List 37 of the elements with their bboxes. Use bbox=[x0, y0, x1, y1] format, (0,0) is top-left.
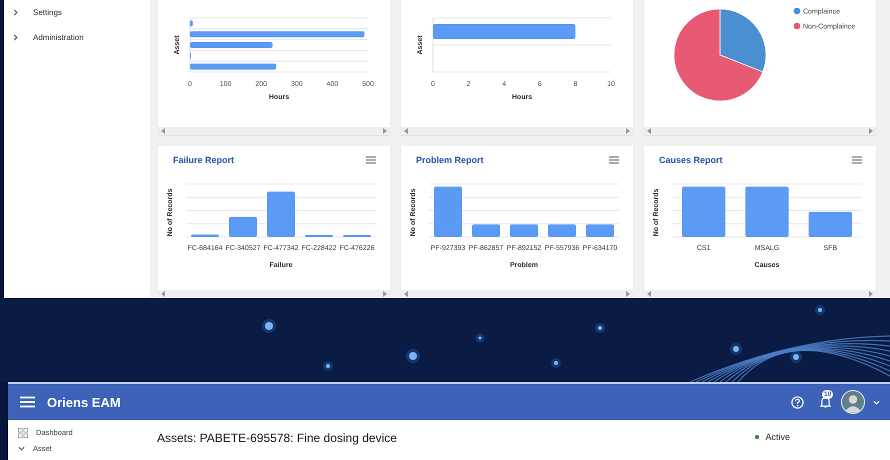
sidebar-item[interactable]: Settings bbox=[33, 8, 62, 16]
scroll-left-icon[interactable] bbox=[161, 128, 165, 134]
scroll-right-icon[interactable] bbox=[869, 128, 873, 134]
scroll-left-icon[interactable] bbox=[161, 291, 165, 297]
horizontal-scrollbar[interactable] bbox=[401, 290, 633, 298]
card-title: Causes Report bbox=[659, 155, 723, 165]
scroll-right-icon[interactable] bbox=[383, 128, 387, 134]
avatar-icon[interactable] bbox=[841, 390, 865, 414]
scroll-left-icon[interactable] bbox=[647, 128, 651, 134]
scroll-right-icon[interactable] bbox=[626, 291, 630, 297]
bar bbox=[190, 20, 193, 26]
menu-icon[interactable] bbox=[852, 156, 862, 164]
page-title: Assets: PABETE-695578: Fine dosing device bbox=[157, 431, 397, 447]
scroll-right-icon[interactable] bbox=[383, 291, 387, 297]
scroll-right-icon[interactable] bbox=[626, 128, 630, 134]
help-icon[interactable] bbox=[791, 396, 804, 408]
scroll-right-icon[interactable] bbox=[869, 291, 873, 297]
app-title: Oriens EAM bbox=[47, 394, 121, 410]
menu-icon[interactable] bbox=[20, 396, 35, 408]
horizontal-scrollbar[interactable] bbox=[158, 127, 390, 135]
scroll-left-icon[interactable] bbox=[404, 291, 408, 297]
notification-bell-icon[interactable] bbox=[820, 396, 831, 408]
menu-icon[interactable] bbox=[366, 156, 376, 164]
menu-icon[interactable] bbox=[609, 156, 619, 164]
horizontal-scrollbar[interactable] bbox=[158, 290, 390, 298]
sidebar-item[interactable]: Administration bbox=[33, 32, 84, 42]
scroll-left-icon[interactable] bbox=[404, 128, 408, 134]
horizontal-scrollbar[interactable] bbox=[401, 127, 633, 135]
card-title: Failure Report bbox=[173, 155, 234, 165]
status-dot bbox=[755, 435, 760, 439]
horizontal-scrollbar[interactable] bbox=[644, 290, 876, 298]
scroll-left-icon[interactable] bbox=[647, 291, 651, 297]
status-label: Active bbox=[765, 432, 790, 442]
card-title: Problem Report bbox=[416, 155, 484, 165]
dropdown-caret-icon[interactable] bbox=[873, 398, 880, 406]
horizontal-scrollbar[interactable] bbox=[644, 127, 876, 135]
dashboard-grid-icon bbox=[18, 428, 28, 438]
